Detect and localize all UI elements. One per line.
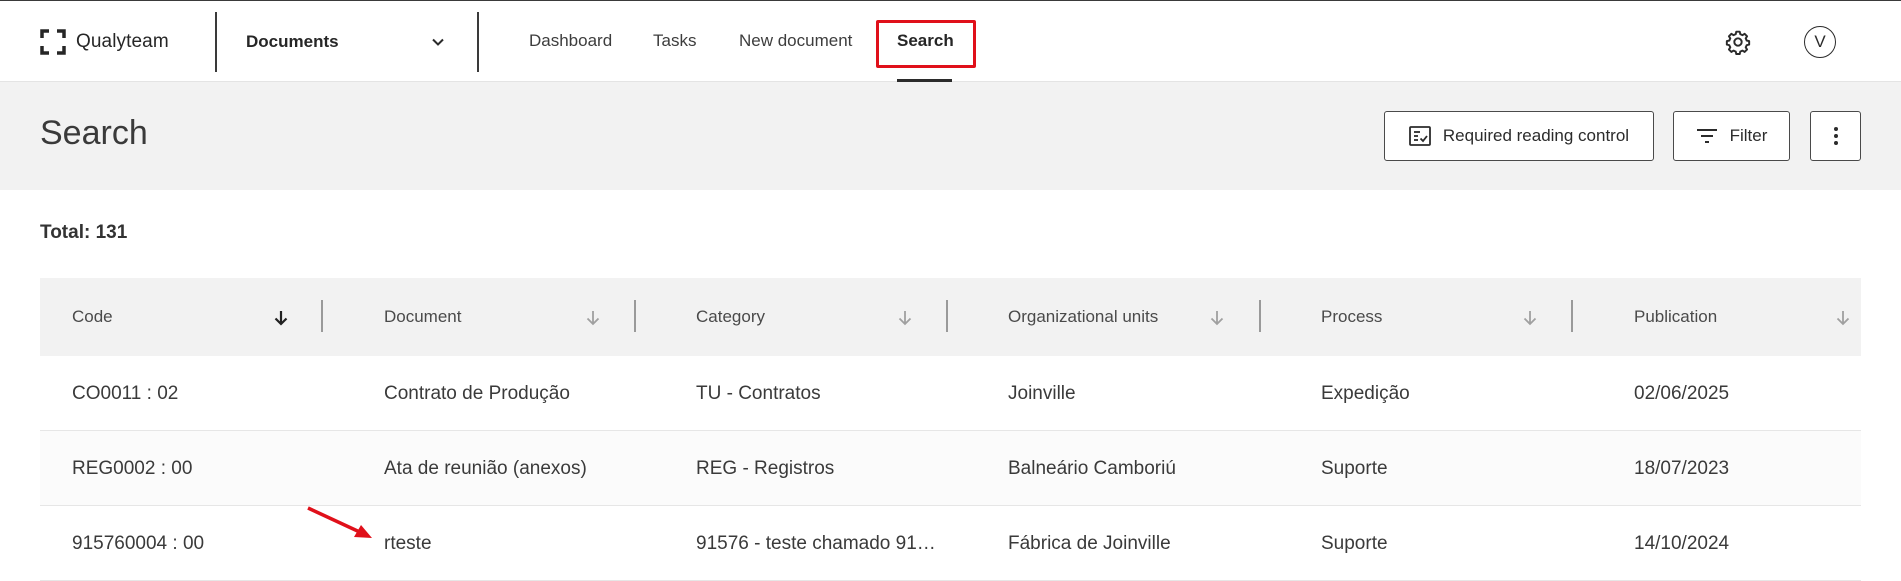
column-separator[interactable]: [1259, 300, 1261, 332]
column-separator[interactable]: [634, 300, 636, 332]
column-separator[interactable]: [1571, 300, 1573, 332]
top-navigation-bar: Qualyteam Documents Dashboard Tasks New …: [0, 0, 1901, 82]
brand-logo[interactable]: Qualyteam: [40, 28, 169, 56]
table-row[interactable]: CO0011 : 02 Contrato de Produção TU - Co…: [40, 356, 1861, 431]
cell-process: Suporte: [1321, 532, 1388, 554]
cell-category: 91576 - teste chamado 91576: [696, 533, 946, 554]
avatar-initial: V: [1814, 32, 1826, 51]
brand-name: Qualyteam: [76, 31, 169, 52]
page-title: Search: [40, 114, 148, 152]
required-reading-label: Required reading control: [1442, 126, 1630, 145]
more-options-button[interactable]: [1810, 111, 1861, 161]
cell-code: REG0002 : 00: [72, 457, 193, 479]
arrow-down-icon[interactable]: [272, 309, 290, 327]
filter-label: Filter: [1729, 126, 1768, 145]
arrow-down-icon[interactable]: [896, 309, 914, 327]
module-selector[interactable]: Documents: [246, 27, 446, 57]
cell-organizational-units: Fábrica de Joinville: [1008, 532, 1171, 554]
cell-category: REG - Registros: [696, 457, 835, 479]
arrow-down-icon[interactable]: [584, 309, 602, 327]
annotation-arrow-icon: [307, 506, 372, 538]
nav-tasks[interactable]: Tasks: [653, 31, 696, 51]
column-header-label: Code: [72, 307, 113, 326]
required-reading-control-button[interactable]: Required reading control: [1384, 111, 1654, 161]
column-separator[interactable]: [946, 300, 948, 332]
cell-process: Suporte: [1321, 457, 1388, 479]
nav-new-document[interactable]: New document: [739, 31, 852, 51]
total-count: Total: 131: [40, 222, 128, 243]
divider: [215, 12, 217, 72]
filter-button[interactable]: Filter: [1673, 111, 1790, 161]
checklist-icon: [1409, 126, 1431, 146]
cell-organizational-units: Balneário Camboriú: [1008, 457, 1176, 479]
column-header-label: Category: [696, 307, 765, 326]
cell-document: Contrato de Produção: [384, 382, 570, 404]
qualyteam-logo-icon: [40, 29, 66, 55]
cell-publication: 18/07/2023: [1634, 457, 1730, 479]
column-header-code[interactable]: Code: [72, 278, 272, 356]
column-header-publication[interactable]: Publication: [1634, 278, 1834, 356]
cell-document: Ata de reunião (anexos): [384, 457, 587, 479]
module-label: Documents: [246, 32, 339, 51]
column-separator[interactable]: [321, 300, 323, 332]
column-header-label: Process: [1321, 307, 1383, 326]
cell-document: rteste: [384, 532, 432, 554]
user-avatar[interactable]: V: [1804, 26, 1836, 58]
gear-icon[interactable]: [1725, 29, 1751, 55]
column-header-label: Document: [384, 307, 462, 326]
cell-organizational-units: Joinville: [1008, 382, 1076, 404]
table-header: Code Document Category Organizational un…: [40, 278, 1861, 356]
arrow-down-icon[interactable]: [1208, 309, 1226, 327]
highlight-box: [876, 20, 976, 68]
cell-code: CO0011 : 02: [72, 382, 179, 404]
more-vertical-icon: [1833, 127, 1838, 145]
cell-publication: 14/10/2024: [1634, 532, 1730, 554]
table-row[interactable]: REG0002 : 00 Ata de reunião (anexos) REG…: [40, 431, 1861, 506]
nav-dashboard[interactable]: Dashboard: [529, 31, 612, 51]
column-header-process[interactable]: Process: [1321, 278, 1521, 356]
column-header-category[interactable]: Category: [696, 278, 896, 356]
divider: [477, 12, 479, 72]
column-header-label: Organizational units: [1008, 307, 1159, 326]
cell-category: TU - Contratos: [696, 382, 821, 404]
column-header-label: Publication: [1634, 307, 1718, 326]
cell-publication: 02/06/2025: [1634, 382, 1730, 404]
column-header-document[interactable]: Document: [384, 278, 584, 356]
column-header-organizational-units[interactable]: Organizational units: [1008, 278, 1218, 356]
arrow-down-icon[interactable]: [1834, 309, 1852, 327]
page-header: Search Required reading control Filter: [0, 82, 1901, 190]
chevron-down-icon: [432, 38, 444, 46]
arrow-down-icon[interactable]: [1521, 309, 1539, 327]
cell-process: Expedição: [1321, 382, 1410, 404]
filter-icon: [1696, 129, 1717, 143]
